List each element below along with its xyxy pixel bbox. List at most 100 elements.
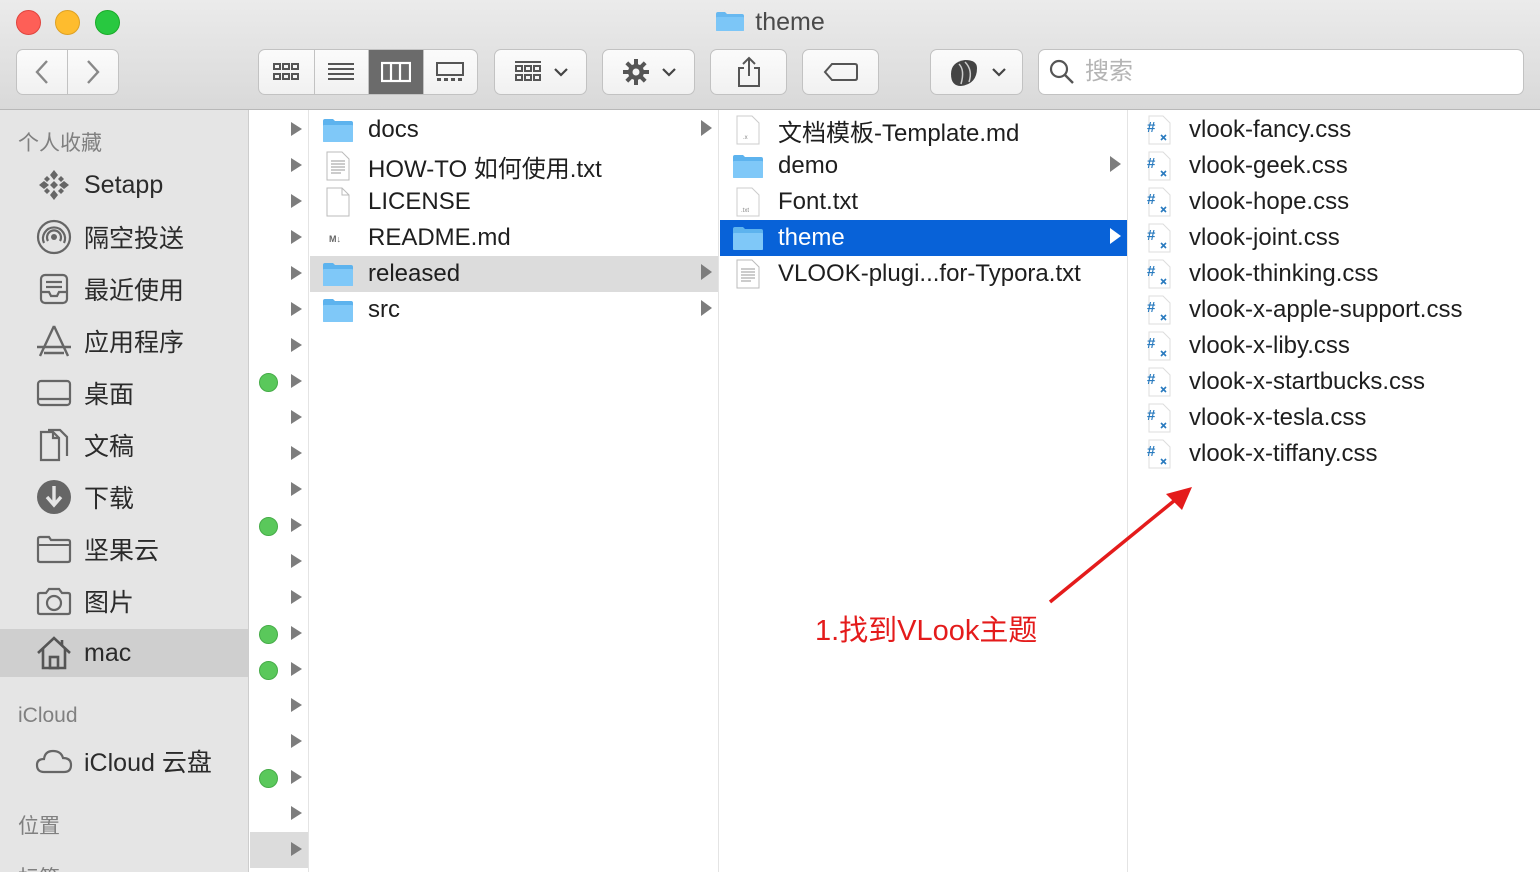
file-row-theme[interactable]: theme (720, 220, 1127, 256)
column1-row[interactable] (250, 796, 308, 832)
column1-row[interactable] (250, 256, 308, 292)
css-file-row[interactable]: # vlook-fancy.css (1129, 112, 1540, 148)
column1-row[interactable] (250, 724, 308, 760)
css-file-icon: # (1143, 403, 1175, 433)
file-row-license[interactable]: LICENSE (310, 184, 718, 220)
css-file-row[interactable]: # vlook-x-liby.css (1129, 328, 1540, 364)
downloads-icon (35, 478, 73, 516)
icon-view-button[interactable] (259, 50, 315, 94)
window-toolbar: theme (0, 0, 1540, 110)
expand-arrow-icon (291, 302, 302, 316)
sidebar-item-label: 隔空投送 (84, 225, 185, 253)
column1-row[interactable] (250, 364, 308, 400)
file-row-font[interactable]: .txt Font.txt (720, 184, 1127, 220)
sidebar-item-mac[interactable]: mac (0, 629, 248, 677)
svg-text:#: # (1147, 299, 1156, 316)
column1-row[interactable] (250, 292, 308, 328)
column1-row[interactable] (250, 580, 308, 616)
column-1 (250, 110, 309, 872)
column1-row[interactable] (250, 328, 308, 364)
column1-row[interactable] (250, 544, 308, 580)
camera-icon (35, 582, 73, 620)
search-field[interactable] (1038, 49, 1524, 95)
file-row-src[interactable]: src (310, 292, 718, 328)
sidebar-item-nutstore[interactable]: 坚果云 (0, 525, 248, 573)
file-row-released[interactable]: released (310, 256, 718, 292)
sidebar-item-documents[interactable]: 文稿 (0, 421, 248, 469)
share-button[interactable] (710, 49, 787, 95)
file-name: vlook-hope.css (1189, 188, 1350, 215)
file-row-demo[interactable]: demo (720, 148, 1127, 184)
column1-row[interactable] (250, 472, 308, 508)
chevron-down-icon (991, 68, 1006, 77)
sidebar-item-pictures[interactable]: 图片 (0, 577, 248, 625)
column1-row[interactable] (250, 112, 308, 148)
sidebar-item-icloud-drive[interactable]: iCloud 云盘 (0, 737, 248, 785)
annotation-arrow (1048, 487, 1192, 604)
sidebar-item-label: 文稿 (84, 433, 135, 461)
sidebar-section-locations: 位置 (18, 815, 60, 838)
sidebar-item-applications[interactable]: 应用程序 (0, 317, 248, 365)
svg-text:.txt: .txt (741, 208, 749, 214)
desktop-icon (35, 374, 73, 412)
annotation-text: 1.找到VLook主题 (815, 615, 1038, 647)
css-file-row[interactable]: # vlook-x-tiffany.css (1129, 436, 1540, 472)
css-file-row[interactable]: # vlook-x-apple-support.css (1129, 292, 1540, 328)
column1-row[interactable] (250, 184, 308, 220)
css-file-row[interactable]: # vlook-hope.css (1129, 184, 1540, 220)
chevron-down-icon (553, 68, 568, 77)
svg-text:#: # (1147, 227, 1156, 244)
gallery-view-button[interactable] (424, 50, 478, 94)
sidebar-item-setapp[interactable]: Setapp (0, 161, 248, 209)
columns-icon (380, 61, 411, 83)
forward-button[interactable] (68, 50, 119, 94)
column-view-button[interactable] (369, 50, 424, 94)
file-row-readme[interactable]: M↓ README.md (310, 220, 718, 256)
css-file-row[interactable]: # vlook-x-startbucks.css (1129, 364, 1540, 400)
list-view-button[interactable] (315, 50, 369, 94)
sidebar-item-label: 应用程序 (84, 329, 185, 357)
expand-arrow-icon (291, 158, 302, 172)
column1-row[interactable] (250, 148, 308, 184)
expand-arrow-icon (701, 120, 712, 136)
sidebar-item-desktop[interactable]: 桌面 (0, 369, 248, 417)
tag-button[interactable] (802, 49, 879, 95)
nutstore-menu-button[interactable] (930, 49, 1023, 95)
sidebar-item-downloads[interactable]: 下载 (0, 473, 248, 521)
file-row-docs[interactable]: docs (310, 112, 718, 148)
expand-arrow-icon (291, 230, 302, 244)
sidebar-item-recents[interactable]: 最近使用 (0, 265, 248, 313)
file-name: vlook-x-apple-support.css (1189, 296, 1463, 323)
column1-row[interactable] (250, 508, 308, 544)
file-row-vlook-plugin[interactable]: VLOOK-plugi...for-Typora.txt (720, 256, 1127, 292)
column1-row[interactable] (250, 832, 308, 868)
action-menu-button[interactable] (602, 49, 695, 95)
column1-row[interactable] (250, 760, 308, 796)
search-input[interactable] (1085, 58, 1485, 86)
share-icon (737, 56, 760, 87)
css-file-row[interactable]: # vlook-thinking.css (1129, 256, 1540, 292)
column1-row[interactable] (250, 400, 308, 436)
css-file-row[interactable]: # vlook-joint.css (1129, 220, 1540, 256)
green-tag-dot-icon (259, 373, 278, 392)
column1-row[interactable] (250, 868, 308, 872)
sidebar-section-favorites: 个人收藏 (18, 132, 102, 155)
column1-row[interactable] (250, 616, 308, 652)
group-by-button[interactable] (494, 49, 587, 95)
expand-arrow-icon (291, 374, 302, 388)
column1-row[interactable] (250, 220, 308, 256)
file-row-howto[interactable]: HOW-TO 如何使用.txt (310, 148, 718, 184)
back-button[interactable] (17, 50, 68, 94)
sidebar-item-airdrop[interactable]: 隔空投送 (0, 213, 248, 261)
expand-arrow-icon (291, 122, 302, 136)
css-file-row[interactable]: # vlook-geek.css (1129, 148, 1540, 184)
file-row-template[interactable]: .x 文档模板-Template.md (720, 112, 1127, 148)
folder-icon (322, 259, 354, 289)
column1-row[interactable] (250, 688, 308, 724)
expand-arrow-icon (291, 482, 302, 496)
gear-icon (622, 59, 649, 85)
expand-arrow-icon (291, 662, 302, 676)
column1-row[interactable] (250, 436, 308, 472)
css-file-row[interactable]: # vlook-x-tesla.css (1129, 400, 1540, 436)
column1-row[interactable] (250, 652, 308, 688)
